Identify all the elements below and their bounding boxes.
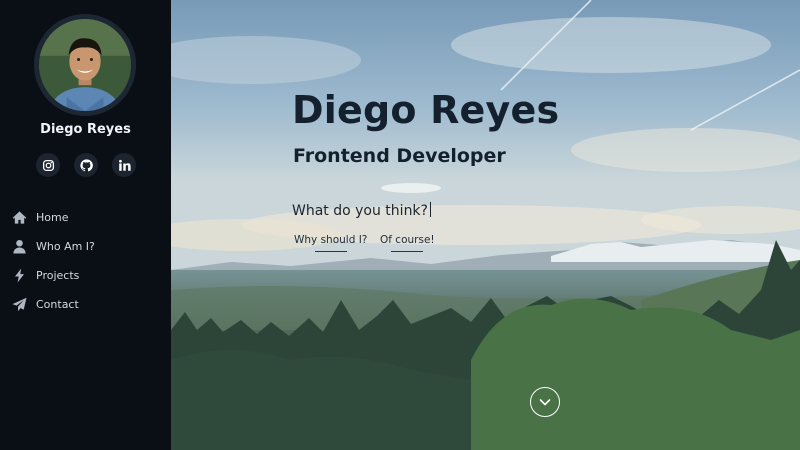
instagram-link[interactable] xyxy=(36,153,60,177)
instagram-icon xyxy=(42,159,54,171)
linkedin-link[interactable] xyxy=(112,153,136,177)
hero-section: Diego Reyes Frontend Developer What do y… xyxy=(171,0,800,450)
user-icon xyxy=(12,239,27,254)
social-links xyxy=(36,153,136,177)
profile-photo xyxy=(39,19,131,111)
sidebar-item-label: Who Am I? xyxy=(36,240,95,253)
bolt-icon xyxy=(12,268,27,283)
landscape-background xyxy=(171,0,800,450)
linkedin-icon xyxy=(118,159,131,171)
sidebar-item-label: Home xyxy=(36,211,69,224)
sidebar-item-contact[interactable]: Contact xyxy=(0,290,171,319)
sidebar-item-home[interactable]: Home xyxy=(0,203,171,232)
sidebar-item-who-am-i[interactable]: Who Am I? xyxy=(0,232,171,261)
scroll-down-button[interactable] xyxy=(530,387,560,417)
answer-why-should-i-button[interactable]: Why should I? xyxy=(294,234,367,252)
typed-question: What do you think? xyxy=(292,202,431,219)
sidebar-item-projects[interactable]: Projects xyxy=(0,261,171,290)
github-link[interactable] xyxy=(74,153,98,177)
home-icon xyxy=(12,210,27,225)
avatar xyxy=(34,14,136,116)
sidebar: Diego Reyes Home Who Am I? Projects Cont… xyxy=(0,0,171,450)
sidebar-item-label: Projects xyxy=(36,269,80,282)
sidebar-item-label: Contact xyxy=(36,298,79,311)
paper-plane-icon xyxy=(12,297,27,312)
answer-of-course-button[interactable]: Of course! xyxy=(380,234,435,252)
profile-name: Diego Reyes xyxy=(40,122,131,137)
hero-subtitle: Frontend Developer xyxy=(293,145,506,167)
chevron-down-icon xyxy=(539,399,551,406)
hero-title: Diego Reyes xyxy=(292,88,560,132)
question-text: What do you think? xyxy=(292,203,428,219)
sidebar-nav: Home Who Am I? Projects Contact xyxy=(0,203,171,319)
github-icon xyxy=(79,158,93,171)
text-caret xyxy=(429,202,431,217)
